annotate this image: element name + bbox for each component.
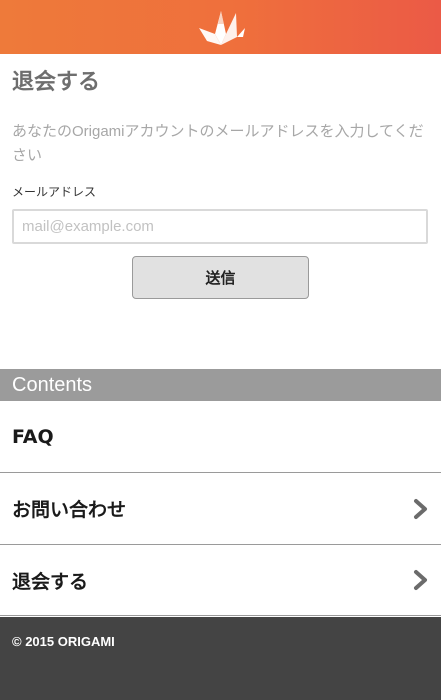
app-root: 退会する あなたのOrigamiアカウントのメールアドレスを入力してください メ… bbox=[0, 0, 441, 700]
copyright-text: © 2015 ORIGAMI bbox=[12, 634, 115, 649]
menu-item-withdraw[interactable]: 退会する bbox=[0, 545, 441, 616]
menu-item-label: 退会する bbox=[12, 570, 89, 593]
submit-button[interactable]: 送信 bbox=[132, 256, 309, 299]
page-title: 退会する bbox=[12, 70, 101, 95]
chevron-right-icon bbox=[414, 498, 427, 519]
withdraw-form: 退会する あなたのOrigamiアカウントのメールアドレスを入力してください メ… bbox=[0, 54, 441, 299]
contents-section-header: Contents bbox=[0, 369, 441, 401]
app-header bbox=[0, 0, 441, 54]
menu-item-faq[interactable]: FAQ bbox=[0, 401, 441, 473]
contents-menu: FAQ お問い合わせ 退会する bbox=[0, 401, 441, 616]
chevron-right-icon bbox=[414, 570, 427, 590]
origami-crane-icon bbox=[198, 11, 245, 45]
menu-item-label: お問い合わせ bbox=[12, 499, 127, 521]
email-input[interactable] bbox=[12, 209, 428, 244]
instruction-text: あなたのOrigamiアカウントのメールアドレスを入力してください bbox=[12, 123, 424, 164]
email-label: メールアドレス bbox=[12, 185, 97, 199]
app-footer: © 2015 ORIGAMI bbox=[0, 617, 441, 700]
menu-item-contact[interactable]: お問い合わせ bbox=[0, 473, 441, 545]
submit-container: 送信 bbox=[12, 256, 429, 299]
menu-item-label: FAQ bbox=[12, 425, 54, 448]
